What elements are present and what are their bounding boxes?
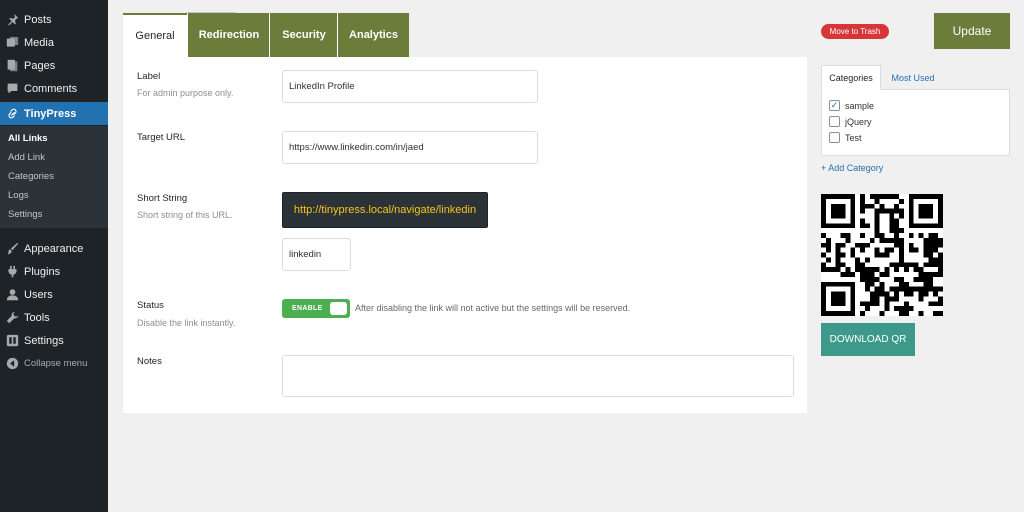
tab-most-used[interactable]: Most Used [884, 65, 942, 90]
link-icon [0, 107, 24, 120]
sidebar-item-tinypress[interactable]: TinyPress [0, 102, 108, 125]
sidebar-item-media[interactable]: Media [0, 31, 108, 54]
status-description: Disable the link instantly. [137, 318, 236, 328]
sidebar-item-appearance[interactable]: Appearance [0, 237, 108, 260]
sidebar-item-pages[interactable]: Pages [0, 54, 108, 77]
sidebar-item-plugins[interactable]: Plugins [0, 260, 108, 283]
category-label: Test [845, 132, 862, 143]
submenu-add-link[interactable]: Add Link [8, 152, 45, 163]
status-title: Status [137, 300, 164, 311]
short-string-input[interactable]: linkedin [282, 238, 351, 271]
submenu-categories[interactable]: Categories [8, 171, 54, 182]
admin-sidebar: Posts Media Pages Comments TinyPress All… [0, 0, 108, 512]
submenu-settings[interactable]: Settings [8, 209, 42, 220]
checkbox-checked-icon[interactable]: ✓ [829, 100, 840, 111]
sidebar-item-label: TinyPress [24, 107, 77, 120]
collapse-label: Collapse menu [24, 358, 88, 369]
sidebar-item-label: Comments [24, 82, 78, 95]
download-qr-button[interactable]: DOWNLOAD QR [821, 323, 915, 356]
target-url-input[interactable]: https://www.linkedin.com/in/jaed [282, 131, 538, 164]
short-string-title: Short String [137, 193, 188, 204]
category-label: sample [845, 100, 875, 111]
sidebar-item-settings[interactable]: Settings [0, 329, 108, 352]
collapse-icon [0, 357, 24, 370]
sidebar-item-posts[interactable]: Posts [0, 8, 108, 31]
status-toggle[interactable]: ENABLE [282, 299, 350, 318]
add-category-link[interactable]: + Add Category [821, 163, 883, 173]
label-field-title: Label [137, 71, 161, 82]
short-string-description: Short string of this URL. [137, 210, 233, 220]
label-field-description: For admin purpose only. [137, 88, 234, 98]
category-item-sample[interactable]: ✓ sample [829, 100, 874, 111]
settings-icon [0, 334, 24, 347]
sidebar-item-label: Tools [24, 311, 50, 324]
tab-security[interactable]: Security [269, 13, 338, 57]
tab-general[interactable]: General [123, 13, 187, 57]
pages-icon [0, 59, 24, 72]
pin-icon [0, 13, 24, 26]
tab-redirection[interactable]: Redirection [187, 13, 270, 57]
collapse-menu-button[interactable]: Collapse menu [0, 352, 108, 375]
short-url-copy-box[interactable]: http://tinypress.local/navigate/linkedin [282, 192, 488, 228]
checkbox-icon[interactable] [829, 116, 840, 127]
toggle-knob [330, 302, 347, 315]
comment-icon [0, 82, 24, 95]
sidebar-item-label: Plugins [24, 265, 61, 278]
media-icon [0, 36, 24, 49]
category-item-test[interactable]: Test [829, 132, 862, 143]
category-item-jquery[interactable]: jQuery [829, 116, 872, 127]
wrench-icon [0, 311, 24, 324]
target-url-title: Target URL [137, 132, 186, 143]
toggle-label: ENABLE [292, 305, 323, 312]
qr-code-image [821, 194, 943, 316]
sidebar-item-tools[interactable]: Tools [0, 306, 108, 329]
move-to-trash-button[interactable]: Move to Trash [821, 24, 889, 39]
plugin-icon [0, 265, 24, 278]
sidebar-item-label: Users [24, 288, 53, 301]
user-icon [0, 288, 24, 301]
sidebar-item-label: Posts [24, 13, 52, 26]
submenu-logs[interactable]: Logs [8, 190, 29, 201]
sidebar-item-label: Appearance [24, 242, 84, 255]
checkbox-icon[interactable] [829, 132, 840, 143]
update-button[interactable]: Update [934, 13, 1010, 49]
brush-icon [0, 242, 24, 255]
notes-textarea[interactable] [282, 355, 794, 397]
label-input[interactable]: LinkedIn Profile [282, 70, 538, 103]
sidebar-item-users[interactable]: Users [0, 283, 108, 306]
sidebar-item-label: Settings [24, 334, 64, 347]
tab-analytics[interactable]: Analytics [337, 13, 409, 57]
sidebar-item-label: Media [24, 36, 54, 49]
tab-categories[interactable]: Categories [821, 65, 881, 90]
submenu-all-links[interactable]: All Links [8, 133, 48, 144]
sidebar-item-comments[interactable]: Comments [0, 77, 108, 100]
tinypress-submenu: All Links Add Link Categories Logs Setti… [0, 126, 108, 228]
category-label: jQuery [845, 116, 872, 127]
sidebar-item-label: Pages [24, 59, 56, 72]
notes-title: Notes [137, 356, 162, 367]
status-help-text: After disabling the link will not active… [355, 303, 631, 313]
